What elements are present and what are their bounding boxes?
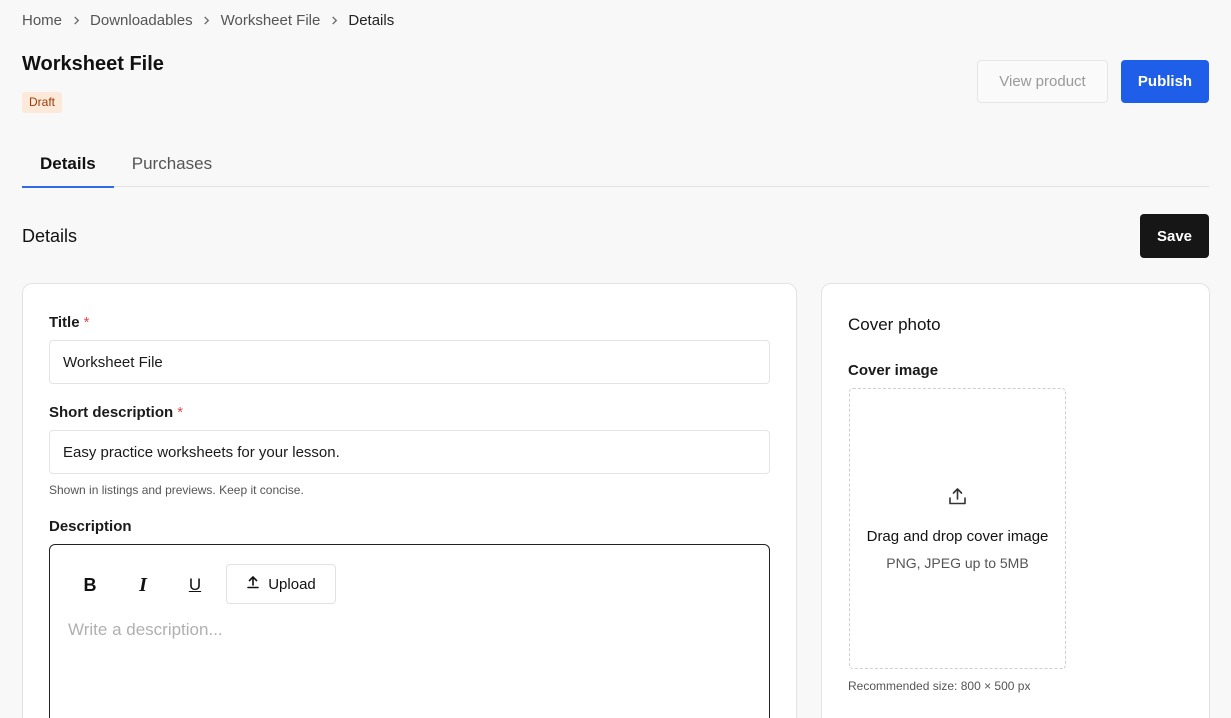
status-badge: Draft (22, 92, 63, 113)
chevron-right-icon (62, 15, 90, 25)
short-description-label-text: Short description (49, 404, 174, 421)
page-title: Worksheet File (22, 53, 164, 75)
upload-label: Upload (268, 575, 316, 593)
cover-photo-title: Cover photo (848, 315, 941, 334)
title-label: Title * (49, 314, 89, 331)
breadcrumb-details: Details (348, 11, 395, 29)
description-label: Description (49, 518, 132, 535)
tab-purchases[interactable]: Purchases (114, 140, 230, 187)
chevron-right-icon (193, 15, 221, 25)
short-description-input[interactable]: Easy practice worksheets for your lesson… (49, 430, 770, 474)
chevron-right-icon (320, 15, 348, 25)
short-description-label: Short description * (49, 404, 183, 421)
save-button[interactable]: Save (1140, 214, 1209, 258)
breadcrumb: Home Downloadables Worksheet File Detail… (22, 11, 394, 29)
breadcrumb-worksheet-file[interactable]: Worksheet File (221, 12, 321, 29)
publish-button[interactable]: Publish (1121, 60, 1209, 103)
underline-button[interactable]: U (181, 574, 209, 596)
cover-image-help: Recommended size: 800 × 500 px (848, 679, 1031, 693)
dropzone-subtitle: PNG, JPEG up to 5MB (886, 555, 1029, 571)
details-card: Title * Worksheet File Short description *… (22, 283, 797, 718)
cover-photo-card: Cover photo Cover image Drag and drop co… (821, 283, 1210, 718)
cover-image-dropzone[interactable]: Drag and drop cover image PNG, JPEG up t… (849, 388, 1066, 669)
description-placeholder: Write a description... (68, 620, 223, 639)
title-label-text: Title (49, 314, 80, 331)
tab-bar: Details Purchases (22, 140, 1209, 188)
tab-details[interactable]: Details (22, 140, 114, 188)
view-product-button[interactable]: View product (977, 60, 1108, 103)
required-mark: * (83, 314, 90, 331)
section-title: Details (22, 226, 78, 246)
short-description-help: Shown in listings and previews. Keep it … (49, 483, 304, 497)
dropzone-title: Drag and drop cover image (866, 528, 1049, 545)
title-input[interactable]: Worksheet File (49, 340, 770, 384)
breadcrumb-home[interactable]: Home (22, 12, 62, 29)
description-editor[interactable]: B I U Upload Write a description... (49, 544, 770, 718)
upload-icon (947, 486, 968, 507)
bold-button[interactable]: B (76, 574, 104, 596)
page: Home Downloadables Worksheet File Detail… (0, 0, 1231, 718)
italic-button[interactable]: I (129, 574, 157, 596)
breadcrumb-downloadables[interactable]: Downloadables (90, 12, 193, 29)
upload-icon (246, 575, 260, 593)
cover-image-label: Cover image (848, 362, 939, 379)
upload-button[interactable]: Upload (226, 564, 336, 604)
required-mark: * (177, 404, 184, 421)
